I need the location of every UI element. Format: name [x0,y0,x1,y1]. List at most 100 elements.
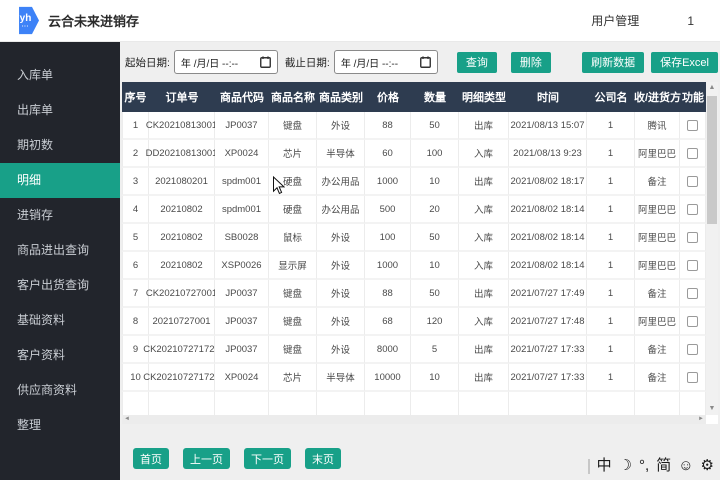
vertical-scrollbar[interactable]: ▲ ▼ [706,82,718,415]
row-checkbox[interactable] [687,260,698,271]
row-checkbox[interactable] [687,148,698,159]
table-cell: 10 [411,364,459,392]
delete-button[interactable]: 删除 [511,52,551,73]
row-checkbox[interactable] [687,372,698,383]
topbar: yh ••• 云合未来进销存 用户管理 1 [0,0,720,42]
logo-dots: ••• [22,24,29,28]
sidebar-item-客户出货查询[interactable]: 客户出货查询 [0,268,120,303]
table-row[interactable]: 10CK202107271727XP0024芯片半导体1000010出库2021… [122,364,706,392]
scroll-down-arrow-icon[interactable]: ▼ [706,403,718,415]
pagination-button-末页[interactable]: 末页 [305,448,341,469]
save-excel-button[interactable]: 保存Excel [651,52,718,73]
table-cell: 2021/08/13 9:23 [509,140,587,168]
sidebar-item-商品进出查询[interactable]: 商品进出查询 [0,233,120,268]
table-cell: XSP0026 [215,252,269,280]
ime-lang-mode[interactable]: 中 [597,454,612,478]
table-row[interactable]: 2DD20210813001XP0024芯片半导体60100入库2021/08/… [122,140,706,168]
query-button[interactable]: 查询 [457,52,497,73]
pagination-button-首页[interactable]: 首页 [133,448,169,469]
table-cell: 2021/07/27 17:48 [509,308,587,336]
row-checkbox[interactable] [687,288,698,299]
table-cell: 芯片 [269,140,317,168]
column-header: 商品代码 [215,82,269,112]
table-row[interactable]: 820210727001JP0037键盘外设68120入库2021/07/27 … [122,308,706,336]
column-header: 功能 [680,82,706,112]
table-cell: 20210727001 [149,308,215,336]
sidebar-item-基础资料[interactable]: 基础资料 [0,303,120,338]
end-date-input[interactable]: 年 /月/日 --:-- [334,50,438,74]
table-cell-action [680,140,706,168]
row-checkbox[interactable] [687,344,698,355]
table-cell: 3 [122,168,149,196]
table-cell: 20 [411,196,459,224]
table-cell: 阿里巴巴 [635,252,680,280]
table-cell: CK20210727001 [149,280,215,308]
sidebar-item-进销存[interactable]: 进销存 [0,198,120,233]
table-cell: 2021/08/02 18:14 [509,196,587,224]
ime-simplified-mode[interactable]: 简 [656,454,671,478]
column-header: 明细类型 [459,82,509,112]
row-checkbox[interactable] [687,316,698,327]
column-header: 商品名称 [269,82,317,112]
ime-punctuation-icon[interactable]: °, [639,454,649,478]
sidebar-nav: 入库单出库单期初数明细进销存商品进出查询客户出货查询基础资料客户资料供应商资料整… [0,42,120,480]
table-cell: 1 [587,140,635,168]
table-row[interactable]: 32021080201spdm001硬盘办公用品100010出库2021/08/… [122,168,706,196]
ime-fullwidth-moon-icon[interactable]: ☽ [619,454,632,478]
table-cell: 阿里巴巴 [635,224,680,252]
sidebar-item-客户资料[interactable]: 客户资料 [0,338,120,373]
table-cell: 外设 [317,336,365,364]
data-table: 序号订单号商品代码商品名称商品类别价格数量明细类型时间公司名收/进货方功能 1C… [122,82,718,424]
row-checkbox[interactable] [687,204,698,215]
table-cell: 1 [587,364,635,392]
sidebar-item-出库单[interactable]: 出库单 [0,93,120,128]
sidebar-item-入库单[interactable]: 入库单 [0,58,120,93]
table-cell: JP0037 [215,308,269,336]
column-header: 价格 [365,82,411,112]
column-header: 收/进货方 [635,82,680,112]
table-row[interactable]: 620210802XSP0026显示屏外设100010入库2021/08/02 … [122,252,706,280]
table-cell: 阿里巴巴 [635,308,680,336]
ime-settings-gear-icon[interactable]: ⚙ [701,454,714,478]
table-cell: 20210802 [149,224,215,252]
table-cell: 10 [411,168,459,196]
table-row[interactable]: 9CK202107271727JP0037键盘外设80005出库2021/07/… [122,336,706,364]
horizontal-scrollbar[interactable]: ◄ ► [122,415,706,424]
table-cell: 键盘 [269,336,317,364]
row-checkbox[interactable] [687,176,698,187]
row-checkbox[interactable] [687,232,698,243]
app-logo-icon: yh ••• [12,6,39,35]
table-cell: XP0024 [215,364,269,392]
sidebar-item-期初数[interactable]: 期初数 [0,128,120,163]
table-cell: 办公用品 [317,168,365,196]
table-cell: 硬盘 [269,196,317,224]
table-cell: CK202107271727 [149,364,215,392]
user-management-menu[interactable]: 用户管理 [591,12,639,29]
table-row[interactable]: 420210802spdm001硬盘办公用品50020入库2021/08/02 … [122,196,706,224]
table-row[interactable]: 7CK20210727001JP0037键盘外设8850出库2021/07/27… [122,280,706,308]
sidebar-item-供应商资料[interactable]: 供应商资料 [0,373,120,408]
refresh-data-button[interactable]: 刷新数据 [582,52,644,73]
sidebar-item-整理[interactable]: 整理 [0,408,120,443]
column-header: 订单号 [149,82,215,112]
table-row[interactable]: 520210802SB0028鼠标外设10050入库2021/08/02 18:… [122,224,706,252]
start-date-input[interactable]: 年 /月/日 --:-- [174,50,278,74]
ime-emoji-icon[interactable]: ☺ [678,454,693,478]
scroll-up-arrow-icon[interactable]: ▲ [706,82,718,94]
ime-tray: 中 ☽ °, 简 ☺ ⚙ [588,454,714,478]
pagination-button-下一页[interactable]: 下一页 [244,448,291,469]
filter-bar: 起始日期: 年 /月/日 --:-- 截止日期: 年 /月/日 --:-- 查询 [125,47,718,77]
app-title: 云合未来进销存 [48,11,139,30]
scroll-left-arrow-icon[interactable]: ◄ [122,415,132,424]
table-cell: JP0037 [215,336,269,364]
sidebar-item-明细[interactable]: 明细 [0,163,120,198]
scroll-right-arrow-icon[interactable]: ► [696,415,706,424]
row-checkbox[interactable] [687,120,698,131]
vertical-scroll-thumb[interactable] [707,96,717,224]
pagination-button-上一页[interactable]: 上一页 [183,448,230,469]
table-cell-action [680,196,706,224]
table-row[interactable]: 1CK20210813001JP0037键盘外设8850出库2021/08/13… [122,112,706,140]
table-cell-action [680,252,706,280]
table-cell: 1 [587,112,635,140]
table-cell: 备注 [635,364,680,392]
